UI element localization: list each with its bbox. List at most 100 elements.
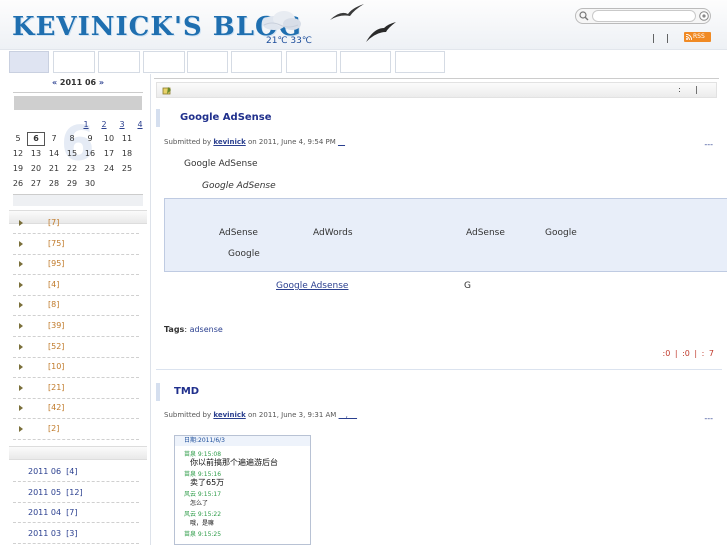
archive-link[interactable]: 2011 06 [4] bbox=[28, 467, 78, 476]
archive-link[interactable]: 2011 05 [12] bbox=[28, 488, 83, 497]
category-item[interactable]: [42] bbox=[13, 399, 139, 420]
category-item[interactable]: [2] bbox=[13, 420, 139, 440]
calendar-day[interactable]: 2 bbox=[95, 118, 113, 132]
calendar-day: 7 bbox=[51, 134, 57, 143]
post-2-edit-link[interactable]: __, __ bbox=[339, 411, 357, 419]
post-1-line-2: Google AdSense bbox=[202, 181, 276, 191]
nav-tab-8[interactable] bbox=[340, 51, 391, 73]
post-2-author-link[interactable]: kevinick bbox=[213, 411, 245, 419]
nav-tab-2[interactable] bbox=[53, 51, 95, 73]
nav-tab-3[interactable] bbox=[98, 51, 140, 73]
arrow-right-icon bbox=[19, 384, 23, 391]
category-count[interactable]: [75] bbox=[48, 239, 64, 248]
calendar-prev-link[interactable]: « bbox=[52, 78, 57, 87]
calendar-week-row: 12 13 14 15 16 17 18 bbox=[9, 147, 149, 161]
calendar-day[interactable]: 4 bbox=[131, 118, 149, 132]
post-1-title[interactable]: Google AdSense bbox=[180, 112, 272, 123]
arrow-right-icon bbox=[19, 240, 23, 247]
calendar-day: 24 bbox=[103, 164, 115, 173]
search-input[interactable] bbox=[592, 10, 696, 22]
archive-item[interactable]: 2011 04 [7] bbox=[13, 503, 139, 523]
rss-button[interactable]: RSS bbox=[684, 32, 711, 42]
nav-tab-9[interactable] bbox=[395, 51, 445, 73]
nav-tab-7[interactable] bbox=[286, 51, 337, 73]
category-item[interactable]: [8] bbox=[13, 296, 139, 317]
post-1-dashes[interactable]: --- bbox=[704, 140, 713, 149]
ad-word-3: AdSense bbox=[466, 228, 505, 238]
calendar-header: « 2011 06 » bbox=[9, 78, 147, 87]
rss-label: RSS bbox=[693, 33, 705, 40]
search-box bbox=[575, 8, 711, 24]
calendar-day: 10 bbox=[103, 134, 115, 143]
nav-tab-1[interactable] bbox=[9, 51, 49, 73]
arrow-right-icon bbox=[19, 323, 23, 329]
calendar-day: 5 bbox=[15, 134, 21, 143]
chat-sender: 风云 9:15:22 bbox=[184, 511, 222, 518]
archive-link[interactable]: 2011 04 [7] bbox=[28, 508, 78, 517]
category-count[interactable]: [4] bbox=[48, 280, 59, 289]
post-1-edit-link[interactable]: __ bbox=[338, 138, 345, 146]
category-count[interactable]: [39] bbox=[48, 321, 64, 330]
header-links[interactable]: | | bbox=[652, 34, 669, 44]
nav-tab-5[interactable] bbox=[187, 51, 228, 73]
calendar-day: 11 bbox=[121, 134, 133, 143]
calendar-footer bbox=[13, 194, 143, 206]
category-count[interactable]: [8] bbox=[48, 300, 59, 309]
calendar-day: 12 bbox=[12, 149, 24, 158]
category-count[interactable]: [21] bbox=[48, 383, 64, 392]
category-item[interactable]: [75] bbox=[13, 235, 139, 255]
search-icon[interactable] bbox=[579, 11, 589, 21]
calendar-day: 27 bbox=[30, 179, 42, 188]
calendar-day: 26 bbox=[12, 179, 24, 188]
sidebar: « 2011 06 » 6 1 2 3 4 5 6 7 8 9 10 11 12 13 14 15 16 17 1… bbox=[9, 74, 147, 545]
category-item[interactable]: [21] bbox=[13, 379, 139, 399]
calendar-day: 25 bbox=[121, 164, 133, 173]
calendar-day[interactable]: 3 bbox=[113, 118, 131, 132]
archive-item[interactable]: 2011 05 [12] bbox=[13, 483, 139, 503]
calendar-day: 14 bbox=[48, 149, 60, 158]
rss-icon bbox=[686, 34, 692, 40]
category-count[interactable]: [10] bbox=[48, 362, 64, 371]
calendar-day: 13 bbox=[30, 149, 42, 158]
category-count[interactable]: [42] bbox=[48, 403, 64, 412]
category-item[interactable]: [10] bbox=[13, 358, 139, 379]
calendar-divider bbox=[13, 92, 143, 93]
category-count[interactable]: [2] bbox=[48, 424, 59, 433]
calendar-next-link[interactable]: » bbox=[99, 78, 104, 87]
category-item[interactable]: [39] bbox=[13, 317, 139, 337]
category-item[interactable]: [4] bbox=[13, 276, 139, 296]
search-submit-icon[interactable] bbox=[699, 11, 709, 21]
content-toolbar: : | bbox=[156, 82, 717, 98]
nav-tab-4[interactable] bbox=[143, 51, 185, 73]
chat-sender: 苗泉 9:15:25 bbox=[184, 531, 222, 538]
archive-item[interactable]: 2011 06 [4] bbox=[13, 462, 139, 482]
category-count[interactable]: [52] bbox=[48, 342, 64, 351]
calendar-day: 23 bbox=[84, 164, 96, 173]
toolbar-links[interactable]: : | bbox=[678, 85, 698, 94]
archive-item[interactable]: 2011 03 [3] bbox=[13, 524, 139, 544]
tag-link-adsense[interactable]: adsense bbox=[190, 325, 223, 334]
calendar-day[interactable]: 1 bbox=[77, 118, 95, 132]
chat-message: 你以前搞那个遍遍游后台 bbox=[190, 458, 278, 467]
post-1-author-link[interactable]: kevinick bbox=[213, 138, 245, 146]
post-2-chat-screenshot[interactable]: 日期:2011/6/3 苗泉 9:15:08 你以前搞那个遍遍游后台 苗泉 9:… bbox=[174, 435, 311, 545]
main-content: : | Google AdSense Submitted by kevinick… bbox=[154, 74, 727, 545]
post-1-tags: Tags: adsense bbox=[164, 325, 223, 334]
post-1-stats[interactable]: :0 | :0 | : 7 bbox=[663, 349, 714, 358]
category-item[interactable]: [95] bbox=[13, 255, 139, 276]
post-2-title[interactable]: TMD bbox=[174, 386, 199, 397]
post-2-dashes[interactable]: --- bbox=[704, 414, 713, 423]
column-divider bbox=[150, 74, 151, 545]
calendar-week-row: 1234 bbox=[9, 118, 149, 132]
cloud-icon bbox=[262, 11, 301, 30]
category-item[interactable]: [52] bbox=[13, 338, 139, 358]
weather-temps: 21℃ 33℃ bbox=[266, 36, 312, 46]
post-1-adsense-box: AdSense AdWords AdSense Google Google bbox=[164, 198, 727, 272]
post-1-adsense-link[interactable]: Google Adsense bbox=[276, 281, 348, 291]
category-count[interactable]: [95] bbox=[48, 259, 64, 268]
category-item[interactable]: [7] bbox=[13, 214, 139, 234]
chat-message: 怎么了 bbox=[190, 500, 209, 507]
category-count[interactable]: [7] bbox=[48, 218, 59, 227]
nav-tab-6[interactable] bbox=[231, 51, 282, 73]
archive-link[interactable]: 2011 03 [3] bbox=[28, 529, 78, 538]
